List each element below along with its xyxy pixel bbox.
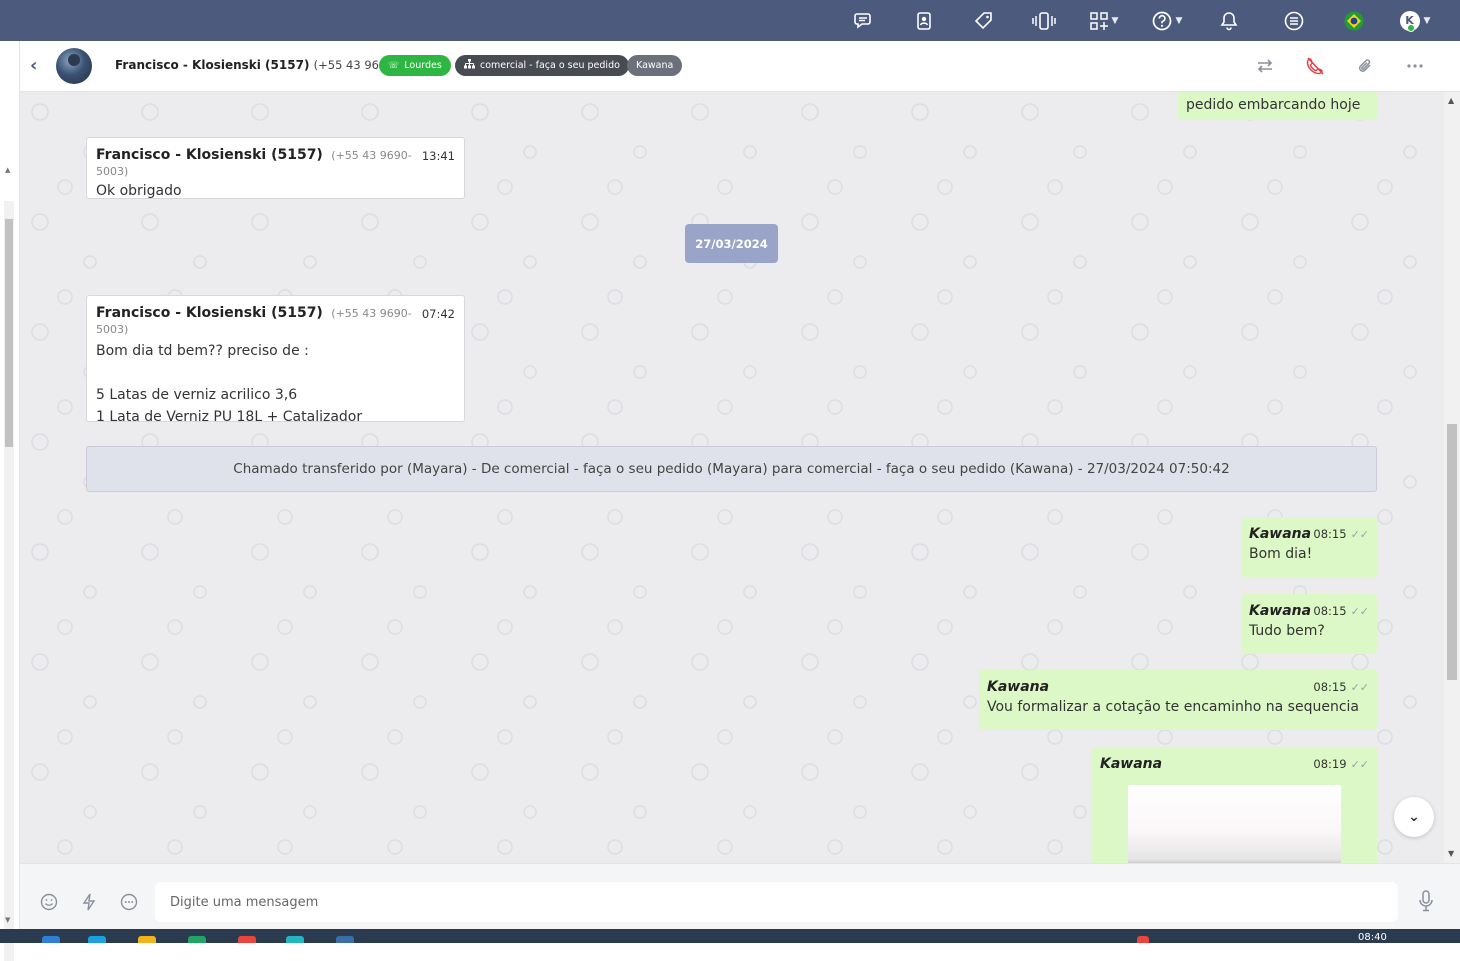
message-text: pedido embarcando hoje [1186, 97, 1361, 113]
user-avatar-icon[interactable]: K ▼ [1395, 0, 1435, 41]
left-panel-strip: ▲ ▼ [0, 41, 20, 961]
message-body: Bom dia td bem?? preciso de : 5 Latas de… [96, 340, 455, 428]
app-top-bar: ▼ ▼ K ▼ [0, 0, 1460, 41]
scroll-up-arrow-icon[interactable]: ▲ [5, 166, 10, 174]
taskbar-app-icon[interactable] [336, 936, 354, 943]
double-check-icon: ✓✓ [1350, 681, 1369, 694]
taskbar-app-icon[interactable] [188, 936, 206, 943]
message-agent: Kawana [987, 679, 1050, 695]
scroll-down-arrow-icon[interactable]: ▼ [1448, 849, 1454, 858]
incoming-message[interactable]: 07:42 Francisco - Klosienski (5157) (+55… [86, 295, 465, 425]
chevron-down-icon: ▼ [1175, 15, 1183, 26]
message-text: Ok obrigado [96, 183, 182, 199]
paperclip-icon[interactable] [1353, 54, 1377, 78]
taskbar-app-icon[interactable] [138, 936, 156, 943]
whatsapp-user-tag[interactable]: ☏ Lourdes [379, 55, 451, 76]
tray-icon[interactable] [1137, 936, 1149, 943]
whatsapp-user-tag-label: Lourdes [404, 60, 442, 71]
double-check-icon: ✓✓ [1350, 758, 1369, 771]
chevron-down-icon: ▼ [1423, 15, 1431, 26]
message-time: 08:15 [1313, 604, 1347, 618]
message-time: 07:42 [421, 307, 455, 321]
outgoing-message[interactable]: Kawana 08:15 ✓✓ Tudo bem? [1241, 594, 1377, 654]
quick-reply-icon[interactable] [120, 893, 138, 915]
help-icon[interactable]: ▼ [1144, 0, 1190, 41]
incoming-message[interactable]: 13:41 Francisco - Klosienski (5157) (+55… [86, 137, 465, 199]
tag-icon[interactable] [973, 0, 995, 41]
scroll-down-arrow-icon[interactable]: ▼ [5, 916, 10, 924]
left-scrollbar-thumb[interactable] [5, 219, 13, 447]
taskbar-app-icon[interactable] [88, 936, 106, 943]
outgoing-message[interactable]: Kawana 08:15 ✓✓ Vou formalizar a cotação … [979, 670, 1377, 730]
double-check-icon: ✓✓ [1350, 528, 1369, 541]
taskbar-app-icon[interactable] [286, 936, 304, 943]
more-options-icon[interactable] [1403, 54, 1427, 78]
os-taskbar: 08:40 [0, 929, 1460, 943]
scroll-to-bottom-button[interactable]: ⌄ [1394, 797, 1434, 837]
online-status-dot [1407, 24, 1415, 32]
menu-list-icon[interactable] [1282, 0, 1306, 41]
date-separator-badge: 27/03/2024 [685, 224, 778, 263]
message-text-line: 1 Lata de Verniz PU 18L + Catalizador [96, 409, 363, 425]
taskbar-app-icon[interactable] [238, 936, 256, 943]
message-time: 08:15 [1313, 680, 1347, 694]
sitemap-icon [464, 59, 475, 72]
end-call-icon[interactable] [1303, 54, 1327, 78]
whatsapp-icon: ☏ [388, 60, 400, 71]
double-check-icon: ✓✓ [1350, 605, 1369, 618]
microphone-icon[interactable] [1418, 890, 1434, 917]
chat-bubbles-icon[interactable] [852, 0, 876, 41]
chat-scrollbar-thumb[interactable] [1447, 424, 1457, 680]
contacts-card-icon[interactable] [913, 0, 935, 41]
outgoing-message-partial: pedido embarcando hoje [1178, 92, 1377, 120]
chat-scrollbar[interactable]: ▲ ▼ [1444, 92, 1460, 863]
taskbar-app-icon[interactable] [42, 936, 60, 943]
message-text-line: 5 Latas de verniz acrilico 3,6 [96, 387, 298, 403]
vibrate-phone-icon[interactable] [1030, 0, 1058, 41]
queue-tag[interactable]: comercial - faça o seu pedido [455, 55, 629, 76]
chevron-down-icon: ▼ [1111, 15, 1119, 26]
message-text: Tudo bem? [1249, 623, 1325, 639]
apps-grid-icon[interactable]: ▼ [1084, 0, 1124, 41]
message-image-attachment[interactable] [1128, 785, 1341, 863]
agent-tag-label: Kawana [636, 60, 674, 71]
message-time: 08:19 [1313, 757, 1347, 771]
message-sender: Francisco - Klosienski (5157) [96, 305, 323, 321]
chevron-down-icon: ⌄ [1408, 809, 1420, 825]
message-input[interactable] [155, 882, 1398, 922]
emoji-icon[interactable] [40, 893, 58, 915]
agent-tag[interactable]: Kawana [627, 55, 683, 76]
transfer-arrows-icon[interactable] [1253, 54, 1277, 78]
lightning-icon[interactable] [81, 893, 97, 915]
chat-header: ‹ Francisco - Klosienski (5157) (+55 43 … [20, 41, 1460, 92]
message-agent: Kawana [1249, 603, 1312, 619]
message-time: 13:41 [421, 149, 455, 163]
message-agent: Kawana [1249, 526, 1312, 542]
queue-tag-label: comercial - faça o seu pedido [480, 60, 620, 71]
transfer-notice: Chamado transferido por (Mayara) - De co… [86, 446, 1377, 492]
message-sender: Francisco - Klosienski (5157) [96, 147, 323, 163]
taskbar-clock: 08:40 [1358, 932, 1387, 943]
back-arrow-icon[interactable]: ‹ [30, 55, 37, 76]
message-time: 08:15 [1313, 527, 1347, 541]
message-text: Vou formalizar a cotação te encaminho na… [987, 699, 1359, 715]
message-agent: Kawana [1100, 756, 1163, 772]
scroll-up-arrow-icon[interactable]: ▲ [1448, 96, 1454, 105]
message-text-line: Bom dia td bem?? preciso de : [96, 343, 309, 359]
contact-name-text: Francisco - Klosienski (5157) [115, 58, 310, 72]
message-text: Bom dia! [1249, 546, 1313, 562]
brazil-flag-icon[interactable] [1342, 0, 1366, 41]
outgoing-message[interactable]: Kawana 08:15 ✓✓ Bom dia! [1241, 517, 1377, 577]
message-composer [20, 863, 1460, 929]
chat-messages-area[interactable]: pedido embarcando hoje 13:41 Francisco -… [20, 92, 1444, 863]
bell-icon[interactable] [1218, 0, 1240, 41]
contact-avatar[interactable] [56, 48, 92, 84]
